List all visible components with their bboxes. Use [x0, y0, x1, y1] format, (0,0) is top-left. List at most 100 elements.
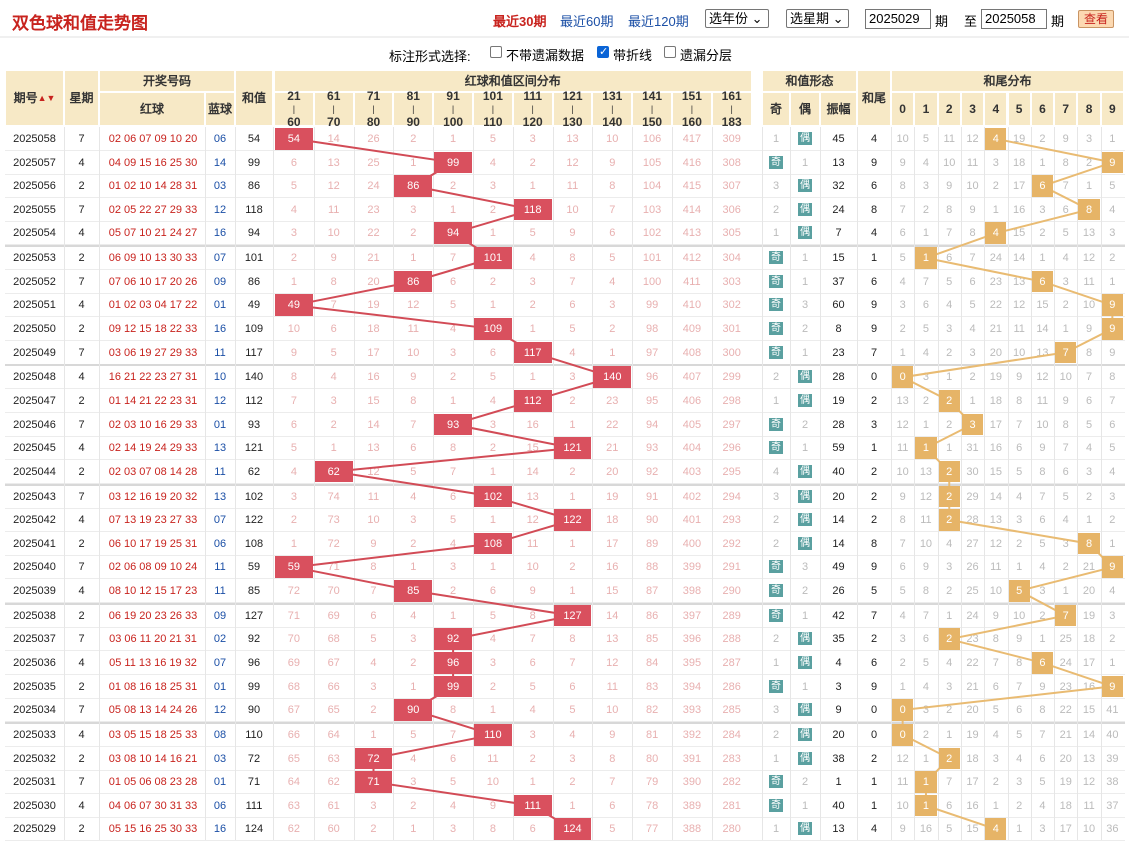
- red-ball: 02: [124, 299, 137, 312]
- weekday-cell: 4: [78, 729, 85, 741]
- tail-miss-cell: 28: [966, 514, 979, 527]
- range-miss-cell: 12: [327, 180, 340, 193]
- tail-miss-cell: 16: [989, 442, 1002, 455]
- red-ball: 08: [124, 704, 137, 717]
- tail-col-2: 2: [937, 92, 961, 126]
- red-balls-cell: 09 12 15 18 22 33: [101, 317, 205, 341]
- range-miss-cell: 63: [287, 799, 301, 812]
- tail-miss-cell: 3: [1062, 537, 1069, 550]
- range-miss-cell: 67: [287, 704, 301, 717]
- sum-cell: 99: [247, 156, 261, 169]
- range-miss-cell: 2: [489, 203, 496, 216]
- tail-box: 6: [1031, 270, 1054, 293]
- chevron-down-icon: ⌄: [832, 11, 844, 26]
- tail-miss-cell: 21: [1059, 729, 1072, 741]
- range-miss-cell: 92: [645, 465, 659, 478]
- tail-miss-cell: 15: [1036, 299, 1049, 312]
- miss-layer-checkbox[interactable]: [664, 46, 676, 58]
- to-period-input[interactable]: 2025058: [981, 9, 1047, 29]
- blue-ball-cell: 01: [213, 776, 227, 789]
- red-ball: 20: [154, 633, 167, 646]
- tail-miss-cell: 2: [1039, 227, 1046, 240]
- tail-miss-cell: 4: [922, 156, 929, 169]
- tail-miss-cell: 6: [922, 633, 929, 646]
- recent-120-link[interactable]: 最近120期: [628, 11, 689, 30]
- range-miss-cell: 4: [330, 371, 337, 384]
- range-miss-cell: 4: [450, 799, 457, 812]
- range-miss-cell: 308: [722, 156, 741, 169]
- recent-60-link[interactable]: 最近60期: [560, 11, 613, 30]
- red-ball: 31: [185, 537, 198, 550]
- range-miss-cell: 2: [330, 418, 337, 431]
- tail-cell: 2: [870, 490, 878, 503]
- range-miss-cell: 2: [569, 561, 576, 574]
- red-balls-cell: 01 05 06 08 23 28: [101, 770, 205, 794]
- polyline-checkbox[interactable]: [597, 45, 609, 58]
- red-ball: 18: [154, 323, 167, 335]
- range-miss-cell: 409: [682, 323, 702, 335]
- red-ball: 05: [124, 776, 137, 789]
- week-select[interactable]: 选星期 ⌄: [786, 9, 849, 28]
- period-cell: 2025041: [13, 537, 56, 550]
- tail-miss-cell: 1: [1062, 585, 1069, 597]
- range-miss-cell: 2: [529, 156, 536, 169]
- grid-line: [711, 127, 713, 840]
- range-miss-cell: 14: [526, 465, 539, 478]
- red-ball: 07: [108, 275, 121, 288]
- range-col-sep: |: [531, 103, 534, 114]
- red-ball: 26: [169, 609, 182, 622]
- red-ball: 03: [108, 346, 121, 359]
- tail-miss-cell: 40: [1106, 729, 1119, 741]
- range-miss-cell: 106: [642, 133, 662, 145]
- range-miss-cell: 415: [682, 180, 702, 193]
- weekday-header: 星期: [64, 70, 99, 126]
- tail-miss-cell: 13: [919, 465, 933, 478]
- tail-miss-cell: 7: [946, 227, 953, 240]
- tail-miss-cell: 8: [1085, 346, 1093, 359]
- range-miss-cell: 72: [327, 537, 340, 550]
- from-period-input[interactable]: 2025029: [865, 9, 931, 29]
- red-ball: 20: [185, 133, 198, 145]
- amp-cell: 45: [832, 133, 845, 145]
- tail-miss-cell: 9: [969, 203, 976, 216]
- tail-miss-cell: 3: [1039, 203, 1046, 216]
- range-miss-cell: 6: [450, 752, 457, 765]
- red-ball: 08: [154, 776, 167, 789]
- tail-miss-cell: 18: [989, 395, 1002, 407]
- range-miss-cell: 11: [487, 752, 499, 765]
- red-ball: 26: [185, 275, 198, 288]
- blue-ball-cell: 01: [213, 299, 227, 312]
- tail-miss-cell: 2: [992, 180, 999, 193]
- range-header: 红球和值区间分布: [274, 70, 752, 92]
- tail-box: 4: [985, 222, 1007, 244]
- odd-tag: 奇: [769, 441, 783, 455]
- sum-cell: 93: [247, 418, 261, 431]
- tail-miss-cell: 12: [1082, 252, 1096, 265]
- range-miss-cell: 401: [682, 514, 702, 527]
- tail-miss-cell: 9: [946, 180, 953, 193]
- range-miss-cell: 397: [682, 609, 702, 622]
- tail-miss-cell: 4: [969, 323, 976, 335]
- sum-range-box: 127: [553, 604, 592, 627]
- view-button[interactable]: 查看: [1078, 10, 1114, 28]
- range-miss-cell: 103: [642, 203, 662, 216]
- range-miss-cell: 100: [642, 275, 662, 288]
- range-miss-cell: 73: [327, 514, 340, 527]
- red-ball: 02: [108, 561, 121, 574]
- range-miss-cell: 398: [682, 585, 702, 597]
- red-ball: 17: [139, 537, 152, 550]
- tail-miss-cell: 9: [899, 490, 906, 503]
- table-row: 2025058 7 02 06 07 09 10 20 06 54 14 26 2 1 5 3 13 10 106 4…: [5, 127, 1125, 151]
- range-miss-cell: 68: [327, 633, 340, 646]
- red-ball: 15: [139, 156, 152, 169]
- tail-miss-cell: 9: [1039, 680, 1046, 693]
- range-miss-cell: 3: [489, 418, 496, 431]
- no-miss-data-checkbox[interactable]: [490, 46, 502, 58]
- red-ball: 06: [124, 275, 137, 288]
- year-select[interactable]: 选年份 ⌄: [705, 9, 769, 28]
- recent-30-link[interactable]: 最近30期: [493, 11, 546, 30]
- table-row: 2025034 7 05 08 13 14 24 26 12 90 67 65 2 8 1 4 5 10 82 393…: [5, 698, 1125, 723]
- range-miss-cell: 5: [529, 227, 536, 240]
- range-miss-cell: 3: [410, 203, 417, 216]
- range-miss-cell: 390: [682, 776, 702, 789]
